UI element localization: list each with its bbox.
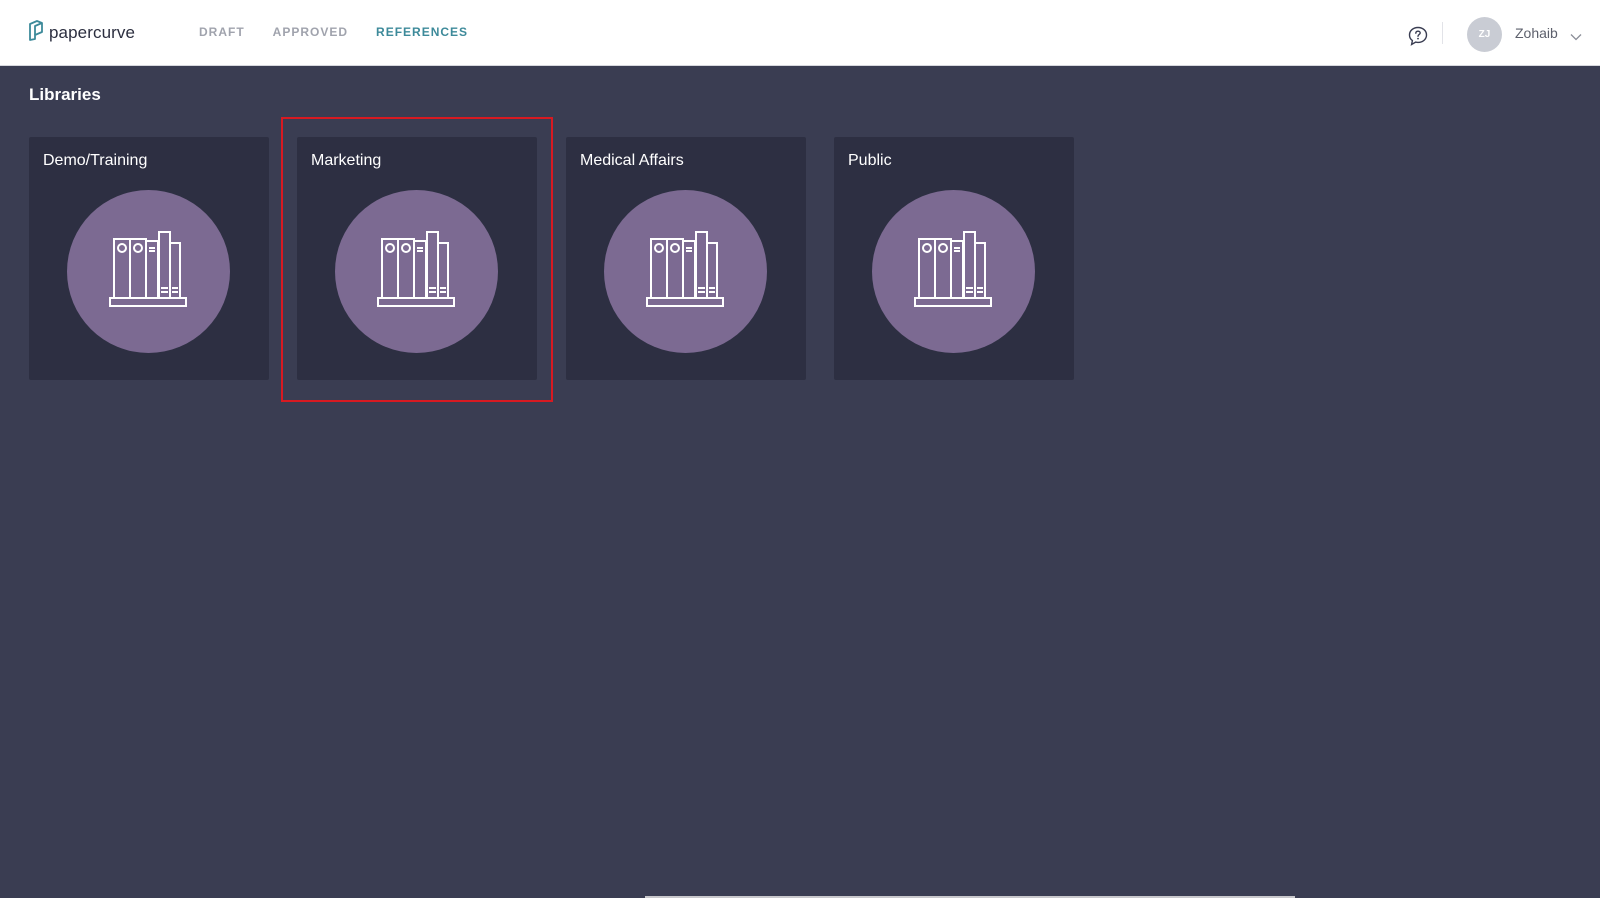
- header-divider: [1442, 22, 1443, 44]
- avatar[interactable]: ZJ: [1467, 17, 1502, 52]
- library-icon-circle: [872, 190, 1035, 353]
- logo-text: papercurve: [49, 22, 136, 42]
- top-bar: papercurve DRAFT APPROVED REFERENCES ZJ …: [0, 0, 1600, 66]
- library-card-medical-affairs[interactable]: Medical Affairs: [566, 137, 806, 380]
- library-icon-circle: [604, 190, 767, 353]
- app-logo[interactable]: papercurve: [28, 19, 135, 46]
- nav-approved[interactable]: APPROVED: [273, 25, 348, 39]
- library-card-title: Marketing: [311, 152, 382, 169]
- library-binders-icon: [108, 230, 189, 313]
- page-title: Libraries: [29, 85, 101, 104]
- library-card-title: Medical Affairs: [580, 152, 684, 169]
- library-binders-icon: [376, 230, 457, 313]
- library-card-demo-training[interactable]: Demo/Training: [29, 137, 269, 380]
- chat-help-icon[interactable]: [1407, 25, 1429, 47]
- nav-draft[interactable]: DRAFT: [199, 25, 245, 39]
- library-card-marketing[interactable]: Marketing: [297, 137, 537, 380]
- library-binders-icon: [913, 230, 994, 313]
- library-card-title: Public: [848, 152, 892, 169]
- user-name[interactable]: Zohaib: [1515, 25, 1558, 41]
- library-card-public[interactable]: Public: [834, 137, 1074, 380]
- main-nav: DRAFT APPROVED REFERENCES: [199, 25, 468, 39]
- papercurve-logo-icon: [28, 19, 44, 46]
- library-card-title: Demo/Training: [43, 152, 148, 169]
- nav-references[interactable]: REFERENCES: [376, 25, 468, 39]
- chevron-down-icon[interactable]: [1570, 28, 1582, 41]
- library-icon-circle: [335, 190, 498, 353]
- library-binders-icon: [645, 230, 726, 313]
- library-icon-circle: [67, 190, 230, 353]
